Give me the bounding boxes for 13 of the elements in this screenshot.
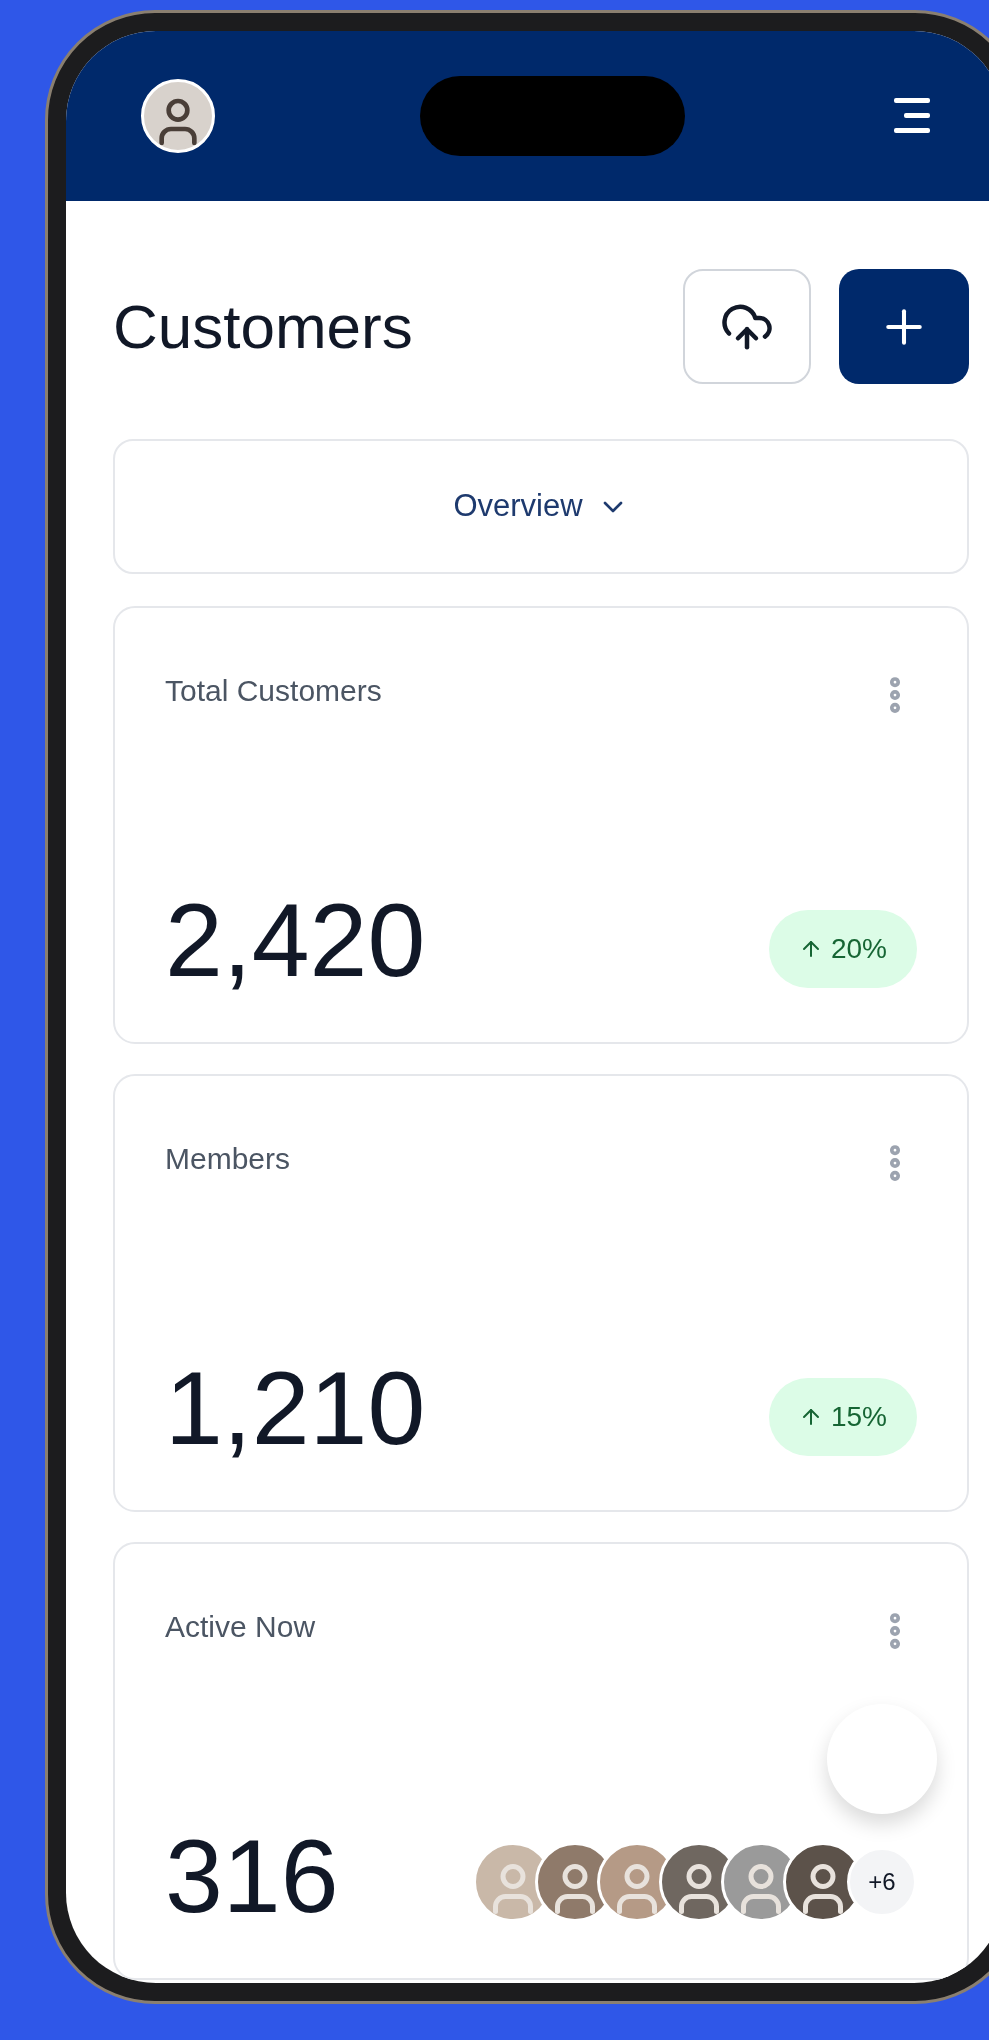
more-count: +6 <box>847 1847 917 1917</box>
upload-button[interactable] <box>683 269 811 384</box>
stat-value: 316 <box>165 1824 339 1928</box>
change-badge: 15% <box>768 1378 917 1456</box>
card-title: Total Customers <box>165 673 382 709</box>
card-title: Active Now <box>165 1609 316 1645</box>
stat-value: 2,420 <box>165 888 426 992</box>
view-dropdown[interactable]: Overview <box>113 439 969 574</box>
add-button[interactable] <box>839 269 969 384</box>
page-title: Customers <box>113 291 413 363</box>
card-title: Members <box>165 1141 291 1177</box>
change-badge: 20% <box>768 910 917 988</box>
stat-value: 1,210 <box>165 1356 426 1460</box>
